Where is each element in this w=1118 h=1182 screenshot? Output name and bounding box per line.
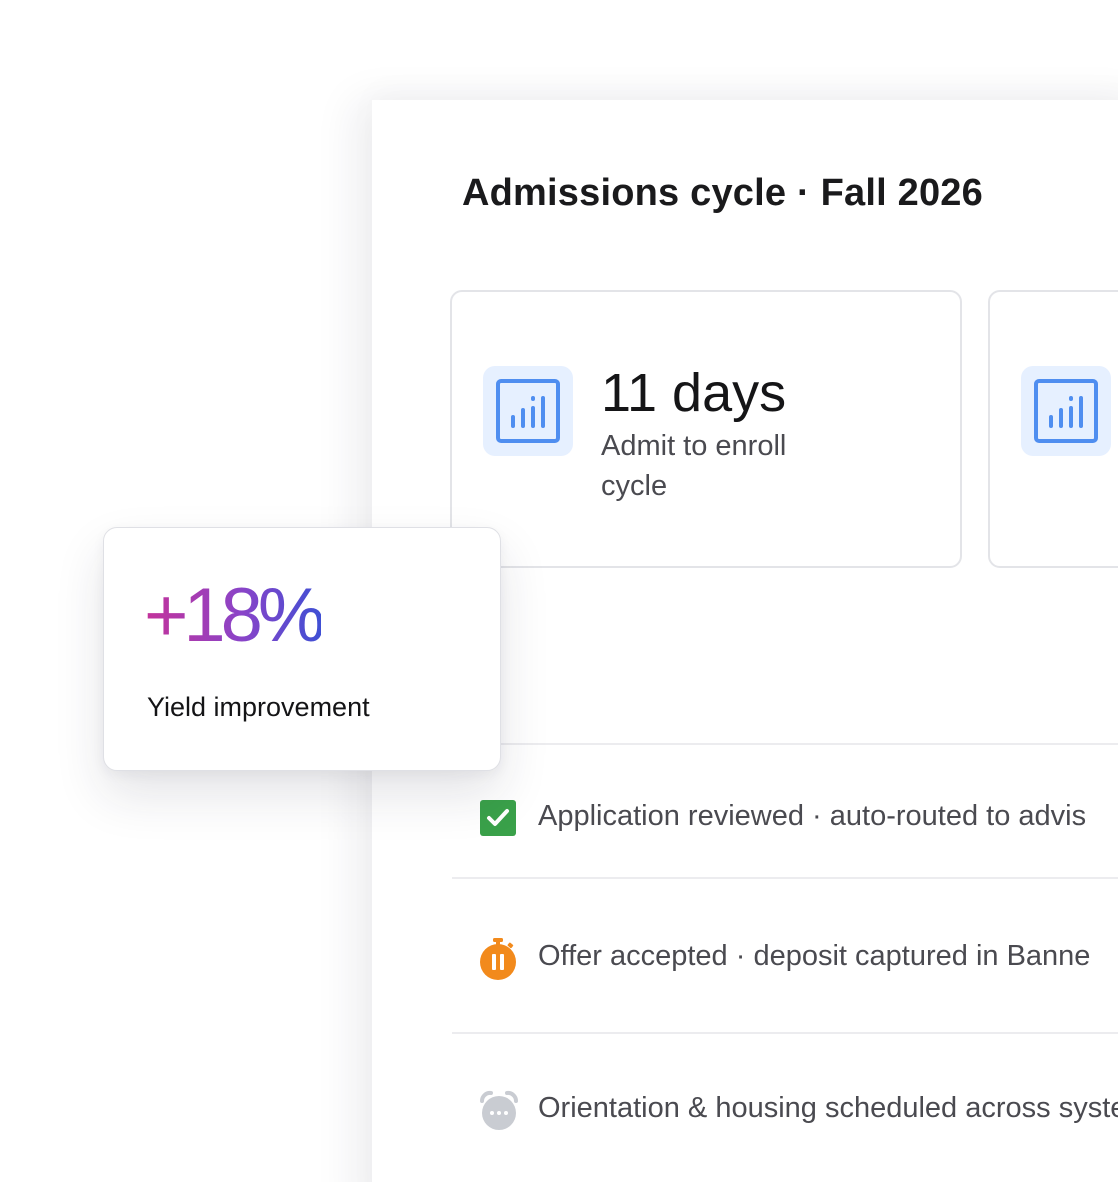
feed-item-orientation-scheduled[interactable]: Orientation & housing scheduled across s… [478,1090,1118,1134]
divider [452,1032,1118,1034]
highlight-value: +18% [144,573,325,658]
feed-item-offer-accepted[interactable]: Offer accepted · deposit captured in Ban… [478,938,1118,982]
feed-item-application-reviewed[interactable]: Application reviewed · auto-routed to ad… [478,798,1118,842]
stat-card-cycle-time[interactable]: 11 days Admit to enroll cycle [450,290,962,568]
divider [452,743,1118,745]
feed-item-text: Orientation & housing scheduled across s… [538,1092,1118,1124]
highlight-label: Yield improvement [147,692,370,722]
bar-chart-icon [1021,366,1111,456]
stat-value: 11 days [601,363,787,423]
stage: Admissions cycle · Fall 2026 11 days Adm… [0,0,1118,1182]
feed-item-text: Offer accepted · deposit captured in Ban… [538,940,1091,972]
stat-card-secondary[interactable] [988,290,1118,568]
divider [452,877,1118,879]
panel-title: Admissions cycle · Fall 2026 [462,172,983,214]
timer-paused-icon [478,938,518,980]
yield-highlight-card: +18% Yield improvement [103,527,501,771]
stat-label: Admit to enroll cycle [601,430,787,502]
alarm-clock-icon [478,1090,519,1130]
bar-chart-icon [483,366,573,456]
checkbox-checked-icon [478,798,518,838]
feed-item-text: Application reviewed · auto-routed to ad… [538,800,1087,832]
